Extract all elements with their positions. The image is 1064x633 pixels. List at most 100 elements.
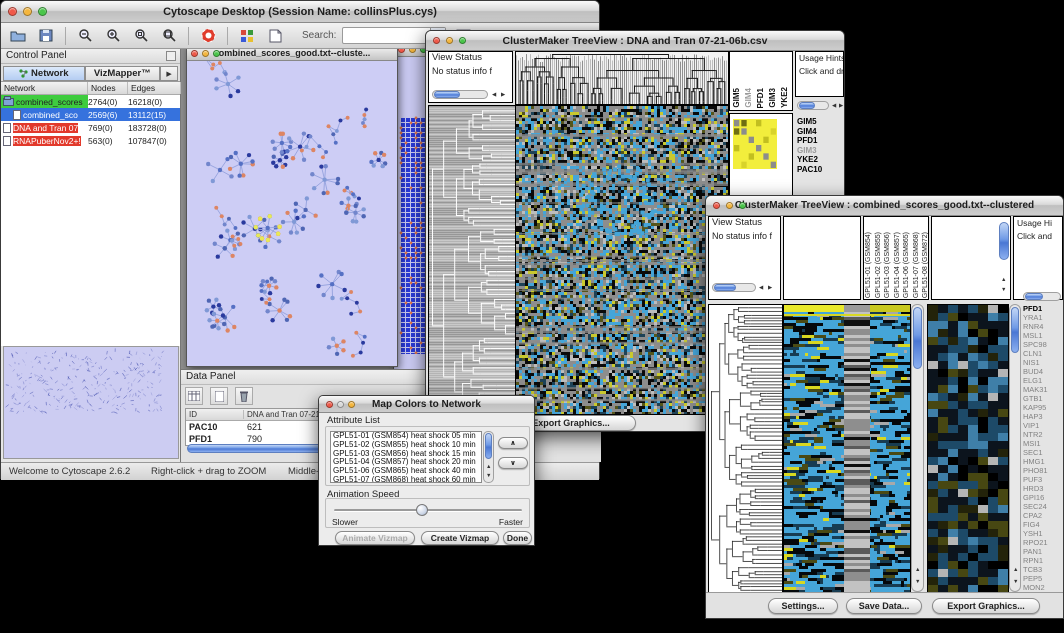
tv2-gene-label[interactable]: NTR2 bbox=[1023, 430, 1063, 439]
network-window-titlebar[interactable]: combined_scores_good.txt--cluste... bbox=[187, 49, 397, 61]
tv2-gene-label[interactable]: VIP1 bbox=[1023, 421, 1063, 430]
minimize-button[interactable] bbox=[337, 401, 344, 408]
tv2-gene-label[interactable]: ELG1 bbox=[1023, 376, 1063, 385]
close-button[interactable] bbox=[191, 50, 198, 57]
scrollbar-thumb[interactable] bbox=[913, 307, 922, 369]
save-data-button[interactable]: Save Data... bbox=[846, 598, 922, 614]
tv2-gene-label[interactable]: NIS1 bbox=[1023, 358, 1063, 367]
settings-button[interactable]: Settings... bbox=[768, 598, 838, 614]
zoom-button[interactable] bbox=[459, 37, 466, 44]
tv1-row-label[interactable]: PFD1 bbox=[797, 136, 843, 146]
zoom-selected-icon[interactable] bbox=[130, 26, 152, 46]
tv2-col-label[interactable]: GPL51-06 (GSM865) bbox=[903, 232, 912, 298]
attribute-select-icon[interactable] bbox=[185, 387, 203, 405]
zoom-fit-icon[interactable] bbox=[158, 26, 180, 46]
scroll-right-icon[interactable]: ▶ bbox=[768, 285, 772, 291]
tab-network[interactable]: Network bbox=[3, 66, 85, 81]
tv2-gene-label[interactable]: SEC24 bbox=[1023, 502, 1063, 511]
animate-vizmap-button[interactable]: Animate Vizmap bbox=[335, 531, 415, 545]
col-edges[interactable]: Edges bbox=[128, 82, 181, 94]
tv2-col-label[interactable]: GPL51-04 (GSM857) bbox=[894, 232, 903, 298]
tv1-col-label[interactable]: GIM5 bbox=[732, 88, 742, 108]
tv1-heatmap[interactable] bbox=[515, 105, 729, 415]
scrollbar-thumb[interactable] bbox=[1025, 293, 1043, 300]
tv2-gene-label[interactable]: CPA2 bbox=[1023, 511, 1063, 520]
zoom-button[interactable] bbox=[739, 202, 746, 209]
scroll-down-icon[interactable]: ▼ bbox=[915, 579, 920, 585]
tv1-row-label[interactable]: GIM3 bbox=[797, 146, 843, 156]
help-lifering-icon[interactable] bbox=[197, 26, 219, 46]
close-button[interactable] bbox=[713, 202, 720, 209]
tv1-row-label[interactable]: GIM4 bbox=[797, 127, 843, 137]
treeview2-titlebar[interactable]: ClusterMaker TreeView : combined_scores_… bbox=[706, 196, 1063, 216]
tv2-col-label[interactable]: GPL51-02 (GSM855) bbox=[875, 232, 884, 298]
tv2-col-label[interactable]: GPL51-01 (GSM854) bbox=[865, 232, 874, 298]
col-nodes[interactable]: Nodes bbox=[88, 82, 128, 94]
tv1-col-label[interactable]: YKE2 bbox=[780, 87, 790, 108]
zoom-button[interactable] bbox=[213, 50, 220, 57]
minimize-button[interactable] bbox=[409, 49, 416, 53]
scrollbar-thumb[interactable] bbox=[434, 91, 460, 98]
tv2-col-label[interactable]: GPL51-07 (GSM868) bbox=[913, 232, 922, 298]
col-id[interactable]: ID bbox=[186, 410, 244, 419]
tv2-gene-label[interactable]: SPC98 bbox=[1023, 340, 1063, 349]
tv2-gene-label[interactable]: PHO81 bbox=[1023, 466, 1063, 475]
tv2-gene-label[interactable]: HMG1 bbox=[1023, 457, 1063, 466]
tv2-gene-label[interactable]: HRD3 bbox=[1023, 484, 1063, 493]
tv2-gene-label[interactable]: PFD1 bbox=[1023, 304, 1063, 313]
minimize-button[interactable] bbox=[726, 202, 733, 209]
tv1-row-label[interactable]: PAC10 bbox=[797, 165, 843, 175]
minimize-button[interactable] bbox=[446, 37, 453, 44]
tv2-gene-label[interactable]: SEC1 bbox=[1023, 448, 1063, 457]
network-row[interactable]: RNAPuberNov2+!563(0)107847(0) bbox=[1, 134, 180, 147]
tab-vizmapper[interactable]: VizMapper™ bbox=[85, 66, 160, 81]
dialog-titlebar[interactable]: Map Colors to Network bbox=[319, 396, 534, 413]
speed-slider-track[interactable] bbox=[334, 509, 522, 512]
zoom-button[interactable] bbox=[348, 401, 355, 408]
export-graphics-button[interactable]: Export Graphics... bbox=[932, 598, 1040, 614]
network-row[interactable]: combined_scores2764(0)16218(0) bbox=[1, 95, 180, 108]
attribute-list-vscrollbar[interactable]: ▲ ▼ bbox=[483, 431, 494, 483]
network-row[interactable]: combined_sco2569(6)13112(15) bbox=[1, 108, 180, 121]
tv1-col-label[interactable]: PFD1 bbox=[756, 88, 766, 108]
scrollbar-thumb[interactable] bbox=[485, 433, 492, 459]
tv2-gene-label[interactable]: RPO21 bbox=[1023, 538, 1063, 547]
attribute-item[interactable]: GPL51-07 (GSM868) heat shock 60 min bbox=[331, 476, 481, 483]
scroll-left-icon[interactable]: ◀ bbox=[759, 285, 763, 291]
tv2-heatmap-vscrollbar[interactable]: ▲ ▼ bbox=[911, 304, 924, 592]
tv2-gene-label[interactable]: PEP5 bbox=[1023, 574, 1063, 583]
scroll-right-icon[interactable]: ▶ bbox=[839, 103, 843, 109]
attribute-listbox[interactable]: GPL51-01 (GSM854) heat shock 05 minGPL51… bbox=[330, 431, 482, 483]
minimize-button[interactable] bbox=[23, 7, 32, 16]
tv2-col-label[interactable]: GPL51-03 (GSM856) bbox=[884, 232, 893, 298]
tv2-gene-label[interactable]: MON2 bbox=[1023, 583, 1063, 592]
scroll-down-icon[interactable]: ▼ bbox=[486, 473, 491, 479]
scrollbar-thumb[interactable] bbox=[1011, 307, 1019, 353]
tv2-status-scrollbar[interactable] bbox=[712, 283, 756, 292]
create-vizmap-button[interactable]: Create Vizmap bbox=[421, 531, 499, 545]
main-titlebar[interactable]: Cytoscape Desktop (Session Name: collins… bbox=[1, 1, 599, 23]
network-canvas[interactable] bbox=[187, 61, 397, 366]
tv2-row-dendrogram[interactable] bbox=[708, 304, 783, 594]
tv2-gene-label[interactable]: GTB1 bbox=[1023, 394, 1063, 403]
zoom-button[interactable] bbox=[38, 7, 47, 16]
tv1-row-dendrogram[interactable] bbox=[428, 105, 517, 415]
scrollbar-thumb[interactable] bbox=[714, 284, 736, 291]
annotation-icon[interactable] bbox=[264, 26, 286, 46]
scroll-down-icon[interactable]: ▼ bbox=[1013, 579, 1018, 585]
tv2-gene-label[interactable]: GPI16 bbox=[1023, 493, 1063, 502]
tv2-gene-label[interactable]: BUD4 bbox=[1023, 367, 1063, 376]
tv2-gene-label[interactable]: MAK31 bbox=[1023, 385, 1063, 394]
tv2-gene-label[interactable]: MSL1 bbox=[1023, 331, 1063, 340]
tv2-gene-label[interactable]: PUF3 bbox=[1023, 475, 1063, 484]
minimize-button[interactable] bbox=[202, 50, 209, 57]
float-panel-icon[interactable] bbox=[166, 51, 176, 61]
tv2-gene-label[interactable]: TCB3 bbox=[1023, 565, 1063, 574]
tv2-heatmap[interactable] bbox=[783, 304, 911, 594]
tv1-col-label[interactable]: GIM3 bbox=[768, 88, 778, 108]
tv2-gene-label[interactable]: MSI1 bbox=[1023, 439, 1063, 448]
scrollbar-thumb[interactable] bbox=[999, 222, 1009, 260]
tv1-correlation-matrix[interactable] bbox=[733, 119, 777, 169]
open-file-icon[interactable] bbox=[7, 26, 29, 46]
tv2-gene-label[interactable]: PAN1 bbox=[1023, 547, 1063, 556]
